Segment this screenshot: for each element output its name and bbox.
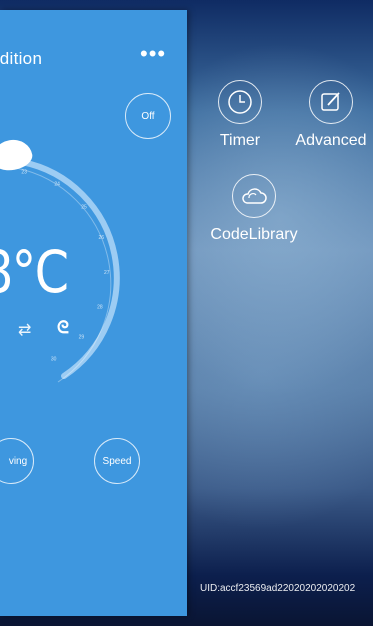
advanced-label: Advanced bbox=[295, 132, 367, 149]
speed-button[interactable]: Speed bbox=[94, 438, 140, 484]
fan-icon: ᘓ bbox=[57, 318, 69, 337]
swing-label: ving bbox=[8, 455, 28, 467]
cloud-icon bbox=[232, 174, 276, 218]
uid-text: UID:accf23569ad22020202020202 bbox=[200, 583, 356, 594]
timer-label: Timer bbox=[219, 132, 261, 149]
timer-menu-item[interactable]: Timer bbox=[212, 80, 268, 150]
clock-icon bbox=[218, 80, 262, 124]
codelibrary-label: CodeLibrary bbox=[210, 226, 298, 243]
edit-icon bbox=[309, 80, 353, 124]
dial-tick-label: 24 bbox=[54, 182, 60, 188]
dial-tick-label: 28 bbox=[97, 305, 103, 311]
speed-label: Speed bbox=[102, 455, 132, 467]
temperature-display: 8°C bbox=[0, 238, 69, 306]
advanced-menu-item[interactable]: Advanced bbox=[291, 80, 371, 150]
temperature-dial[interactable]: 23 24 25 26 27 28 29 30 bbox=[0, 10, 187, 616]
ac-control-panel: ndition ••• Off 2324252627282930 8°C ⇄ ᘓ… bbox=[0, 10, 187, 616]
codelibrary-menu-item[interactable]: CodeLibrary bbox=[204, 174, 304, 244]
swing-mode-icon: ⇄ bbox=[18, 322, 32, 339]
dial-tick-label: 26 bbox=[99, 235, 105, 241]
dial-tick-label: 25 bbox=[81, 205, 87, 211]
dial-tick-label: 29 bbox=[79, 335, 85, 341]
dial-tick-label: 30 bbox=[51, 356, 57, 362]
dial-tick-label: 23 bbox=[21, 170, 27, 176]
dial-tick-label: 27 bbox=[104, 270, 110, 276]
